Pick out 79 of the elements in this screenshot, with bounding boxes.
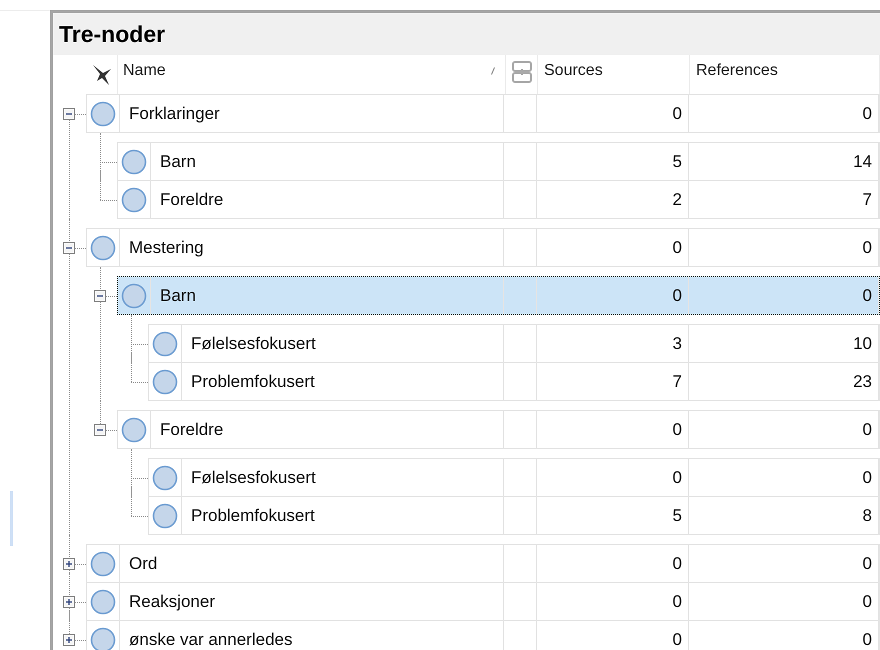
- link-icon: [510, 60, 532, 84]
- tree-row[interactable]: Problemfokusert 5 8: [148, 496, 880, 535]
- node-name: Foreldre: [160, 190, 224, 210]
- sources-count: 0: [672, 238, 682, 258]
- references-count: 0: [862, 286, 872, 306]
- tree-row[interactable]: Barn 5 14: [117, 142, 880, 181]
- node-name: Følelsesfokusert: [191, 334, 316, 354]
- node-icon: [152, 368, 178, 394]
- references-count: 0: [862, 630, 872, 650]
- node-name: Ord: [129, 554, 158, 574]
- sources-count: 0: [672, 630, 682, 650]
- sources-column-header[interactable]: Sources: [544, 62, 603, 80]
- node-name: Problemfokusert: [191, 372, 315, 392]
- collapse-icon[interactable]: [63, 108, 75, 120]
- sources-count: 5: [672, 506, 682, 526]
- collapse-icon[interactable]: [63, 242, 75, 254]
- references-count: 0: [862, 554, 872, 574]
- references-count: 8: [862, 506, 872, 526]
- tree-row[interactable]: Problemfokusert 7 23: [148, 362, 880, 401]
- tree-row[interactable]: ønske var annerledes 0 0: [86, 620, 880, 650]
- references-column-header[interactable]: References: [696, 62, 778, 80]
- references-count: 23: [853, 372, 872, 392]
- tree-row[interactable]: Foreldre 2 7: [117, 180, 880, 219]
- expand-icon[interactable]: [63, 634, 75, 646]
- sources-count: 7: [672, 372, 682, 392]
- panel-title: Tre-noder: [59, 20, 166, 48]
- references-count: 14: [853, 152, 872, 172]
- tree-row[interactable]: Forklaringer 0 0: [86, 94, 880, 133]
- node-name: Problemfokusert: [191, 506, 315, 526]
- sources-count: 5: [672, 152, 682, 172]
- references-count: 0: [862, 104, 872, 124]
- sources-count: 0: [672, 420, 682, 440]
- node-name: Mestering: [129, 238, 204, 258]
- node-icon: [152, 502, 178, 528]
- sources-count: 0: [672, 592, 682, 612]
- node-icon: [121, 186, 147, 212]
- node-icon: [121, 416, 147, 442]
- tree-row[interactable]: Følelsesfokusert 3 10: [148, 324, 880, 363]
- node-name: Forklaringer: [129, 104, 220, 124]
- node-icon: [152, 464, 178, 490]
- sort-icon: [491, 67, 495, 75]
- node-name: Barn: [160, 286, 196, 306]
- node-icon: [90, 100, 116, 126]
- references-count: 0: [862, 420, 872, 440]
- node-name: ønske var annerledes: [129, 630, 292, 650]
- tree-row[interactable]: Mestering 0 0: [86, 228, 880, 267]
- references-count: 7: [862, 190, 872, 210]
- node-name: Følelsesfokusert: [191, 468, 316, 488]
- node-name: Reaksjoner: [129, 592, 215, 612]
- sources-count: 0: [672, 468, 682, 488]
- pin-icon: [90, 63, 112, 87]
- references-count: 0: [862, 238, 872, 258]
- tree-row[interactable]: Foreldre 0 0: [117, 410, 880, 449]
- node-icon: [90, 626, 116, 650]
- sources-count: 0: [672, 104, 682, 124]
- tree-row[interactable]: Reaksjoner 0 0: [86, 582, 880, 621]
- tree-row[interactable]: Ord 0 0: [86, 544, 880, 583]
- references-count: 10: [853, 334, 872, 354]
- node-icon: [121, 148, 147, 174]
- name-column-header[interactable]: Name: [123, 62, 166, 80]
- references-count: 0: [862, 592, 872, 612]
- references-count: 0: [862, 468, 872, 488]
- collapse-icon[interactable]: [94, 424, 106, 436]
- expand-icon[interactable]: [63, 558, 75, 570]
- collapse-icon[interactable]: [94, 290, 106, 302]
- node-icon: [90, 234, 116, 260]
- tree-row[interactable]: Følelsesfokusert 0 0: [148, 458, 880, 497]
- sources-count: 2: [672, 190, 682, 210]
- tree-row[interactable]: Barn 0 0: [117, 276, 880, 315]
- sources-count: 3: [672, 334, 682, 354]
- node-icon: [90, 588, 116, 614]
- node-name: Foreldre: [160, 420, 224, 440]
- node-icon: [121, 282, 147, 308]
- sources-count: 0: [672, 286, 682, 306]
- sources-count: 0: [672, 554, 682, 574]
- expand-icon[interactable]: [63, 596, 75, 608]
- node-name: Barn: [160, 152, 196, 172]
- node-icon: [152, 330, 178, 356]
- node-icon: [90, 550, 116, 576]
